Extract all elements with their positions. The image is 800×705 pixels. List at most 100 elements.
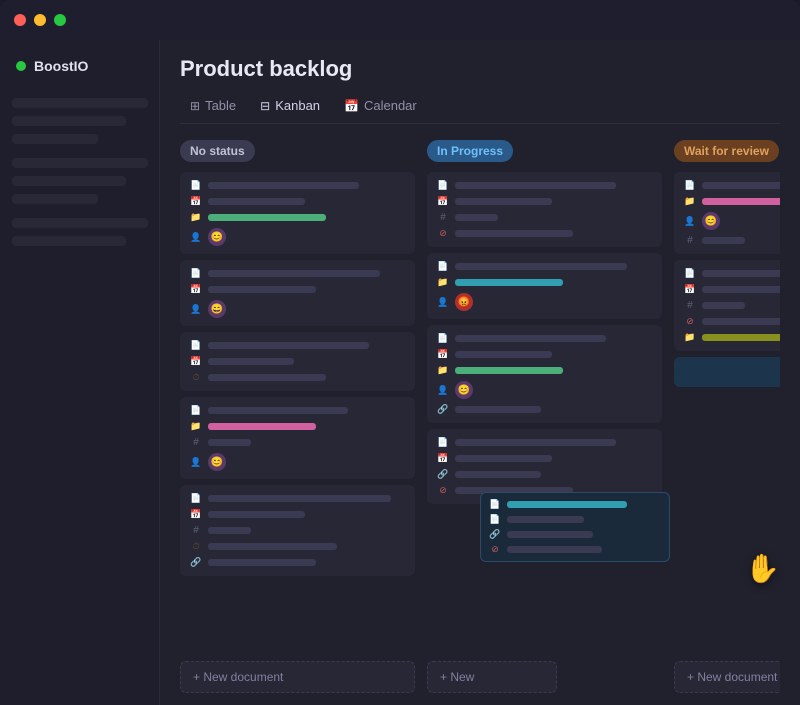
tag-icon — [190, 525, 202, 536]
avatar: 😄 — [208, 300, 226, 318]
card[interactable]: 😄 — [180, 260, 415, 326]
card[interactable] — [180, 485, 415, 576]
file-icon — [190, 493, 202, 504]
folder-icon — [684, 332, 696, 343]
card-bar — [208, 527, 251, 534]
card-row — [684, 180, 780, 191]
file-icon — [190, 340, 202, 351]
tab-table[interactable]: ⊞ Table — [180, 94, 246, 117]
calendar-icon: 📅 — [344, 99, 359, 113]
clock-icon — [190, 541, 202, 552]
card-bar-pink — [702, 198, 780, 205]
sidebar-item[interactable] — [12, 134, 98, 144]
avatar: 😊 — [455, 381, 473, 399]
col-scroll-no-status[interactable]: 😊 — [180, 172, 415, 649]
user-icon — [684, 216, 696, 227]
kanban-icon: ⊟ — [260, 99, 270, 113]
alert-icon — [437, 228, 449, 239]
tooltip-bar — [507, 531, 593, 538]
card-bar — [702, 318, 780, 325]
card-row — [190, 509, 405, 520]
card-row — [190, 525, 405, 536]
card-row — [190, 284, 405, 295]
card-bar — [702, 286, 780, 293]
cal-icon — [684, 284, 696, 295]
sidebar-item[interactable] — [12, 158, 148, 168]
file-icon — [489, 514, 501, 525]
sidebar: BoostIO — [0, 40, 160, 705]
card-bar — [208, 543, 337, 550]
file-icon — [437, 437, 449, 448]
avatar: 😊 — [208, 228, 226, 246]
card-row — [684, 268, 780, 279]
card-bar — [455, 198, 552, 205]
card-row — [437, 437, 652, 448]
card-row — [190, 356, 405, 367]
sidebar-item[interactable] — [12, 116, 126, 126]
sidebar-item[interactable] — [12, 236, 126, 246]
tab-table-label: Table — [205, 98, 236, 113]
file-icon — [190, 405, 202, 416]
tab-calendar[interactable]: 📅 Calendar — [334, 94, 427, 117]
card-row — [190, 437, 405, 448]
card-bar — [455, 263, 627, 270]
card-bar-teal — [455, 279, 563, 286]
maximize-button[interactable] — [54, 14, 66, 26]
card-bar — [455, 351, 552, 358]
tab-kanban[interactable]: ⊟ Kanban — [250, 94, 330, 117]
cal-icon — [190, 196, 202, 207]
file-icon — [190, 180, 202, 191]
avatar: 😡 — [455, 293, 473, 311]
close-button[interactable] — [14, 14, 26, 26]
card[interactable] — [674, 260, 780, 351]
card[interactable] — [180, 332, 415, 391]
card-bar — [455, 335, 606, 342]
card-bar-pink — [208, 423, 316, 430]
card-row — [437, 333, 652, 344]
card[interactable]: 😊 — [180, 172, 415, 254]
card-row — [190, 212, 405, 223]
tag-icon — [684, 235, 696, 246]
tag-icon — [437, 212, 449, 223]
card[interactable]: 😊 — [427, 325, 662, 423]
table-icon: ⊞ — [190, 99, 200, 113]
col-header-in-progress: In Progress — [427, 140, 513, 162]
sidebar-item[interactable] — [12, 194, 98, 204]
file-icon — [190, 268, 202, 279]
card[interactable]: 😊 — [674, 172, 780, 254]
sidebar-item[interactable] — [12, 98, 148, 108]
link-icon — [190, 557, 202, 568]
new-document-button-in-progress[interactable]: + New — [427, 661, 557, 693]
alert-icon — [489, 544, 501, 555]
card-bar — [208, 559, 316, 566]
column-wait-review: Wait for review — [674, 140, 780, 693]
card[interactable]: 😊 — [180, 397, 415, 479]
card-row — [190, 372, 405, 383]
card-row — [190, 180, 405, 191]
card-row — [190, 541, 405, 552]
card-row: 😊 — [190, 228, 405, 246]
sidebar-section — [8, 158, 151, 204]
tabs: ⊞ Table ⊟ Kanban 📅 Calendar — [180, 94, 780, 124]
card-bar — [702, 270, 780, 277]
new-document-button[interactable]: + New document — [180, 661, 415, 693]
window: BoostIO Product backlog ⊞ Table — [0, 0, 800, 705]
card-row: 😡 — [437, 293, 652, 311]
card[interactable]: 😡 — [427, 253, 662, 319]
card-row — [190, 557, 405, 568]
card-row — [684, 284, 780, 295]
cal-icon — [437, 349, 449, 360]
sidebar-item[interactable] — [12, 176, 126, 186]
card-bar — [455, 471, 541, 478]
col-scroll-in-progress[interactable]: 😡 — [427, 172, 662, 649]
card-row — [437, 365, 652, 376]
card-row — [190, 421, 405, 432]
minimize-button[interactable] — [34, 14, 46, 26]
avatar: 😊 — [208, 453, 226, 471]
user-icon — [190, 232, 202, 243]
brand[interactable]: BoostIO — [8, 52, 151, 90]
card-bar — [455, 182, 616, 189]
sidebar-item[interactable] — [12, 218, 148, 228]
card[interactable] — [427, 172, 662, 247]
new-document-button-wait-review[interactable]: + New document — [674, 661, 780, 693]
